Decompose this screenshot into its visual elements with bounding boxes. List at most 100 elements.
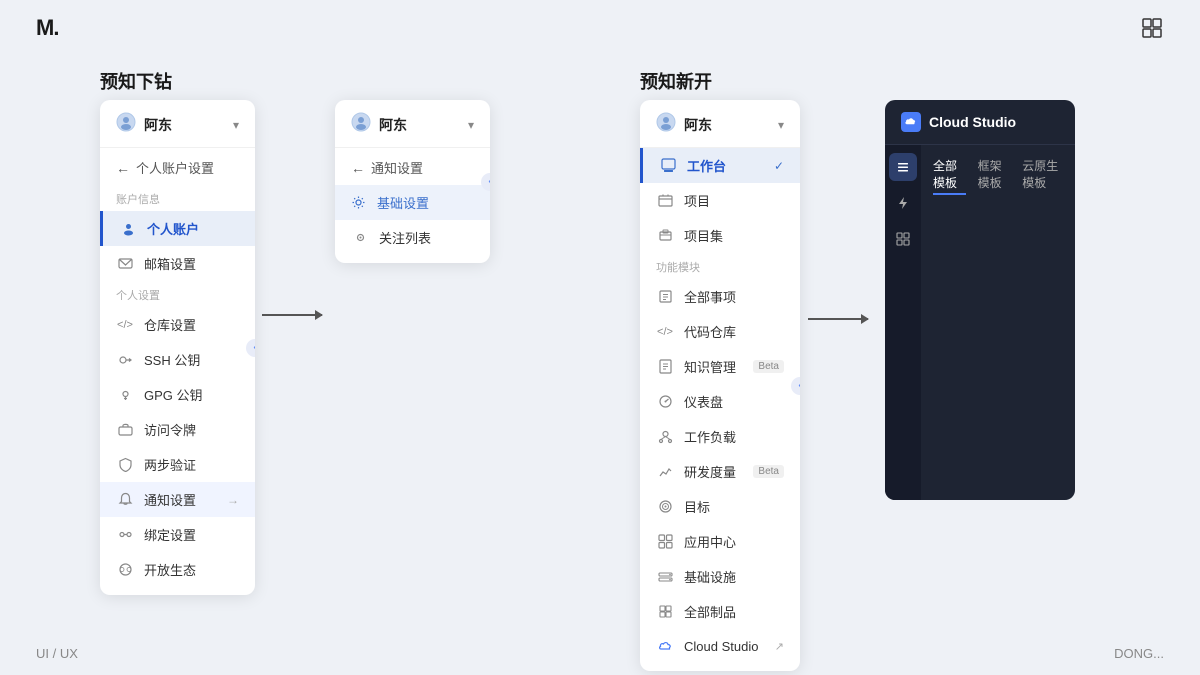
avatar-icon-3 <box>656 112 676 137</box>
dark-content-body <box>933 203 1063 500</box>
panel-1-section1: 账户信息 <box>100 185 255 211</box>
dev-metrics-badge: Beta <box>753 465 784 478</box>
menu-item-code-repo[interactable]: </> 代码仓库 <box>640 314 800 349</box>
dark-panel: Cloud Studio 全部模板 框架模板 云原生模板 <box>885 100 1075 500</box>
dashboard-label: 仪表盘 <box>684 392 784 411</box>
dark-nav-icon-grid[interactable] <box>889 225 917 253</box>
2fa-label: 两步验证 <box>144 455 239 474</box>
menu-item-2fa[interactable]: 两步验证 <box>100 447 255 482</box>
bottom-left-label: UI / UX <box>36 646 78 661</box>
menu-item-all-products[interactable]: 全部制品 <box>640 594 800 629</box>
ssh-label: SSH 公钥 <box>144 350 239 369</box>
2fa-icon <box>116 456 134 474</box>
panel-1-back[interactable]: ← 个人账户设置 <box>100 148 255 185</box>
menu-item-gpg[interactable]: GPG 公钥 <box>100 377 255 412</box>
project-groups-label: 项目集 <box>684 226 784 245</box>
menu-item-personal-account[interactable]: 个人账户 <box>100 211 255 246</box>
dark-nav-icon-menu[interactable] <box>889 153 917 181</box>
goals-icon <box>656 498 674 516</box>
panel-1-header: 阿东 ▾ <box>100 100 255 148</box>
bind-icon <box>116 526 134 544</box>
panel-3-username: 阿东 <box>684 115 712 135</box>
dev-metrics-label: 研发度量 <box>684 462 743 481</box>
knowledge-icon <box>656 358 674 376</box>
ssh-icon <box>116 351 134 369</box>
menu-item-projects[interactable]: 项目 <box>640 183 800 218</box>
menu-item-workload[interactable]: 工作负载 <box>640 419 800 454</box>
menu-item-project-groups[interactable]: 项目集 <box>640 218 800 253</box>
all-issues-label: 全部事项 <box>684 287 784 306</box>
menu-item-knowledge[interactable]: 知识管理 Beta <box>640 349 800 384</box>
basic-settings-icon <box>349 194 367 212</box>
app-center-icon <box>656 533 674 551</box>
notify-label: 通知设置 <box>144 490 217 509</box>
back-arrow-icon-2: ← <box>351 160 365 176</box>
dark-panel-title: Cloud Studio <box>929 114 1016 130</box>
app-center-label: 应用中心 <box>684 532 784 551</box>
infrastructure-icon <box>656 568 674 586</box>
panel-2-back[interactable]: ← 通知设置 <box>335 148 490 185</box>
menu-item-app-center[interactable]: 应用中心 <box>640 524 800 559</box>
repo-label: 仓库设置 <box>144 315 239 334</box>
arrow-1 <box>262 314 322 316</box>
menu-item-basic-settings[interactable]: 基础设置 <box>335 185 490 220</box>
gpg-icon <box>116 386 134 404</box>
gpg-label: GPG 公钥 <box>144 385 239 404</box>
dark-content: 全部模板 框架模板 云原生模板 <box>921 145 1075 500</box>
dark-tab-all-templates[interactable]: 全部模板 <box>933 155 966 195</box>
menu-item-workspace[interactable]: 工作台 ✓ <box>640 148 800 183</box>
panel-1-section2: 个人设置 <box>100 281 255 307</box>
open-eco-icon <box>116 561 134 579</box>
dark-tab-cloud-native[interactable]: 云原生模板 <box>1022 155 1063 195</box>
panel-2-header: 阿东 ▾ <box>335 100 490 148</box>
chevron-down-icon-1[interactable]: ▾ <box>233 118 239 132</box>
menu-item-dashboard[interactable]: 仪表盘 <box>640 384 800 419</box>
menu-item-repo[interactable]: </> 仓库设置 <box>100 307 255 342</box>
code-repo-label: 代码仓库 <box>684 322 784 341</box>
open-eco-label: 开放生态 <box>144 560 239 579</box>
chevron-down-icon-2[interactable]: ▾ <box>468 118 474 132</box>
all-issues-icon <box>656 288 674 306</box>
code-repo-icon: </> <box>656 323 674 341</box>
menu-item-bind[interactable]: 绑定设置 <box>100 517 255 552</box>
menu-item-notify[interactable]: 通知设置 → <box>100 482 255 517</box>
panel-1-back-label: 个人账户设置 <box>136 158 214 177</box>
watch-list-icon <box>351 229 369 247</box>
chevron-down-icon-3[interactable]: ▾ <box>778 118 784 132</box>
workload-icon <box>656 428 674 446</box>
menu-item-open-eco[interactable]: 开放生态 <box>100 552 255 587</box>
section-right: 预知新开 阿东 ▾ 工作台 ✓ 项目 <box>640 68 712 110</box>
dark-tab-framework[interactable]: 框架模板 <box>978 155 1011 195</box>
section-left: 预知下钻 阿东 ▾ ← 个人账户设置 账户信息 个人账户 <box>100 68 172 110</box>
menu-item-infrastructure[interactable]: 基础设施 <box>640 559 800 594</box>
menu-item-dev-metrics[interactable]: 研发度量 Beta <box>640 454 800 489</box>
project-groups-icon <box>656 227 674 245</box>
menu-item-all-issues[interactable]: 全部事项 <box>640 279 800 314</box>
dark-nav-icon-bolt[interactable] <box>889 189 917 217</box>
token-icon <box>116 421 134 439</box>
panel-1-username: 阿东 <box>144 115 172 135</box>
repo-icon: </> <box>116 316 134 334</box>
panel-3: 阿东 ▾ 工作台 ✓ 项目 项目集 功能模块 <box>640 100 800 671</box>
back-arrow-icon-1: ← <box>116 160 130 176</box>
workspace-label: 工作台 <box>687 156 764 175</box>
logo: M. <box>36 15 58 41</box>
panel-2-back-label: 通知设置 <box>371 158 423 177</box>
bottom-right-label: DONG... <box>1114 646 1164 661</box>
panel-3-section-label: 功能模块 <box>640 253 800 279</box>
dark-sidebar: 全部模板 框架模板 云原生模板 <box>885 145 1075 500</box>
cloud-studio-logo-icon <box>901 112 921 132</box>
menu-item-token[interactable]: 访问令牌 <box>100 412 255 447</box>
all-products-label: 全部制品 <box>684 602 784 621</box>
dev-metrics-icon <box>656 463 674 481</box>
layout-icon[interactable] <box>1140 16 1164 40</box>
menu-item-watch-list[interactable]: 关注列表 <box>335 220 490 255</box>
menu-item-email[interactable]: 邮箱设置 <box>100 246 255 281</box>
knowledge-label: 知识管理 <box>684 357 743 376</box>
workload-label: 工作负载 <box>684 427 784 446</box>
email-label: 邮箱设置 <box>144 254 239 273</box>
menu-item-ssh[interactable]: SSH 公钥 <box>100 342 255 377</box>
email-icon <box>116 255 134 273</box>
menu-item-goals[interactable]: 目标 <box>640 489 800 524</box>
panel-2: 阿东 ▾ ← 通知设置 基础设置 关注列表 ‹ <box>335 100 490 263</box>
